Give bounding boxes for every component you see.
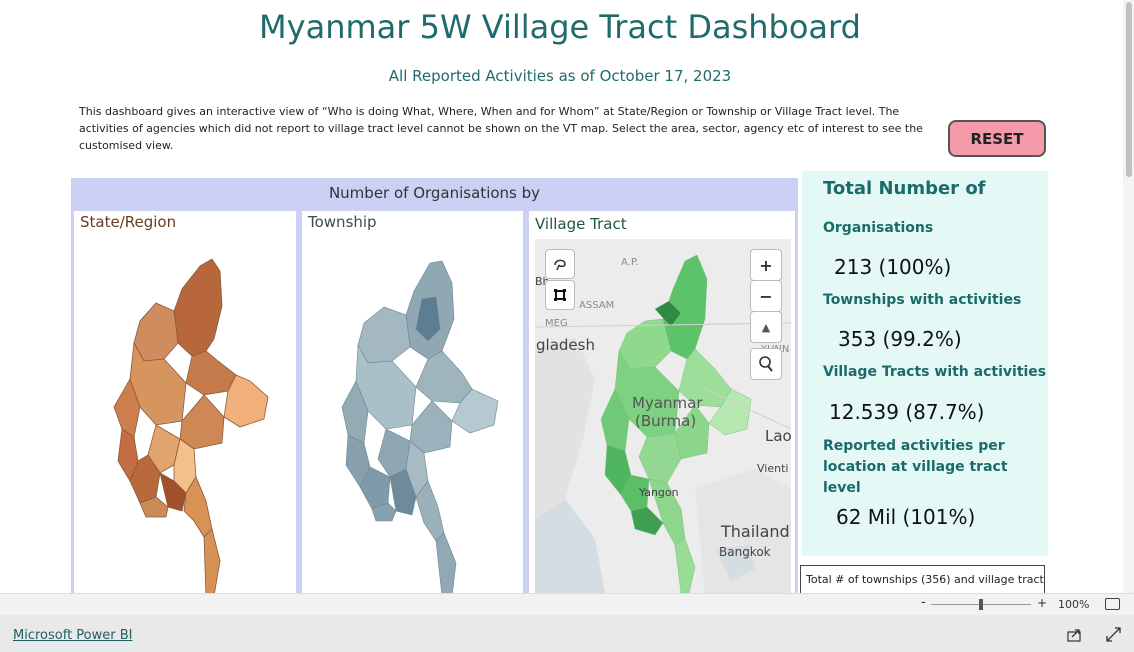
power-bi-link[interactable]: Microsoft Power BI xyxy=(13,628,132,643)
fullscreen-icon[interactable] xyxy=(1106,627,1121,646)
village-tract-map-card[interactable]: Village Tract gladesh Myanmar (Burma) La… xyxy=(529,211,795,596)
state-region-map[interactable] xyxy=(74,211,296,596)
zoom-level: 100% xyxy=(1058,598,1090,611)
organisations-label: Organisations xyxy=(823,220,934,236)
zoom-in-control[interactable]: + xyxy=(1037,596,1047,610)
townships-label: Townships with activities xyxy=(823,292,1022,308)
map-label-bangladesh: gladesh xyxy=(536,336,595,354)
reset-button[interactable]: RESET xyxy=(948,120,1046,157)
map-label-meg: MEG xyxy=(545,318,568,329)
zoom-slider-thumb[interactable] xyxy=(979,599,983,610)
page-title: Myanmar 5W Village Tract Dashboard xyxy=(259,8,861,46)
map-label-vientiane: Vienti xyxy=(757,462,789,475)
townships-value: 353 (99.2%) xyxy=(838,327,962,351)
scrollbar-thumb[interactable] xyxy=(1126,2,1132,177)
township-map-card[interactable]: Township xyxy=(302,211,523,596)
map-label-yangon: Yangon xyxy=(639,486,679,499)
share-icon[interactable] xyxy=(1067,627,1083,646)
zoom-in-button[interactable]: + xyxy=(750,249,782,281)
map-label-bangkok: Bangkok xyxy=(719,545,771,559)
map-label-burma: (Burma) xyxy=(635,412,697,430)
totals-note: Total # of townships (356) and village t… xyxy=(800,565,1045,595)
fit-to-page-icon[interactable] xyxy=(1105,598,1120,610)
village-tracts-label: Village Tracts with activities xyxy=(823,364,1047,380)
rect-select-icon[interactable] xyxy=(545,280,575,310)
organisations-panel-heading: Number of Organisations by xyxy=(328,184,541,202)
totals-panel: Total Number of Organisations 213 (100%)… xyxy=(802,171,1048,556)
zoom-out-button[interactable]: − xyxy=(750,280,782,312)
totals-heading: Total Number of xyxy=(823,178,986,199)
state-region-map-card[interactable]: State/Region xyxy=(74,211,296,596)
dashboard-description: This dashboard gives an interactive view… xyxy=(79,105,923,152)
compass-icon[interactable]: ▲ xyxy=(750,311,782,343)
map-label-myanmar: Myanmar xyxy=(632,394,703,412)
activities-value: 62 Mil (101%) xyxy=(836,505,976,529)
lasso-select-icon[interactable] xyxy=(545,249,575,279)
organisations-value: 213 (100%) xyxy=(834,255,952,279)
township-map[interactable] xyxy=(302,211,523,596)
locate-icon[interactable] xyxy=(750,348,782,380)
map-label-thailand: Thailand xyxy=(721,522,790,541)
footer-bar xyxy=(0,615,1134,652)
map-label-ap: A.P. xyxy=(621,257,639,268)
map-label-laos: Lao xyxy=(765,427,792,445)
activities-label: Reported activities per location at vill… xyxy=(823,438,1008,496)
village-tract-title: Village Tract xyxy=(535,215,627,233)
map-label-assam: ASSAM xyxy=(579,300,615,311)
village-tracts-value: 12.539 (87.7%) xyxy=(829,400,985,424)
zoom-out-control[interactable]: - xyxy=(921,595,926,610)
page-subtitle: All Reported Activities as of October 17… xyxy=(388,67,732,85)
